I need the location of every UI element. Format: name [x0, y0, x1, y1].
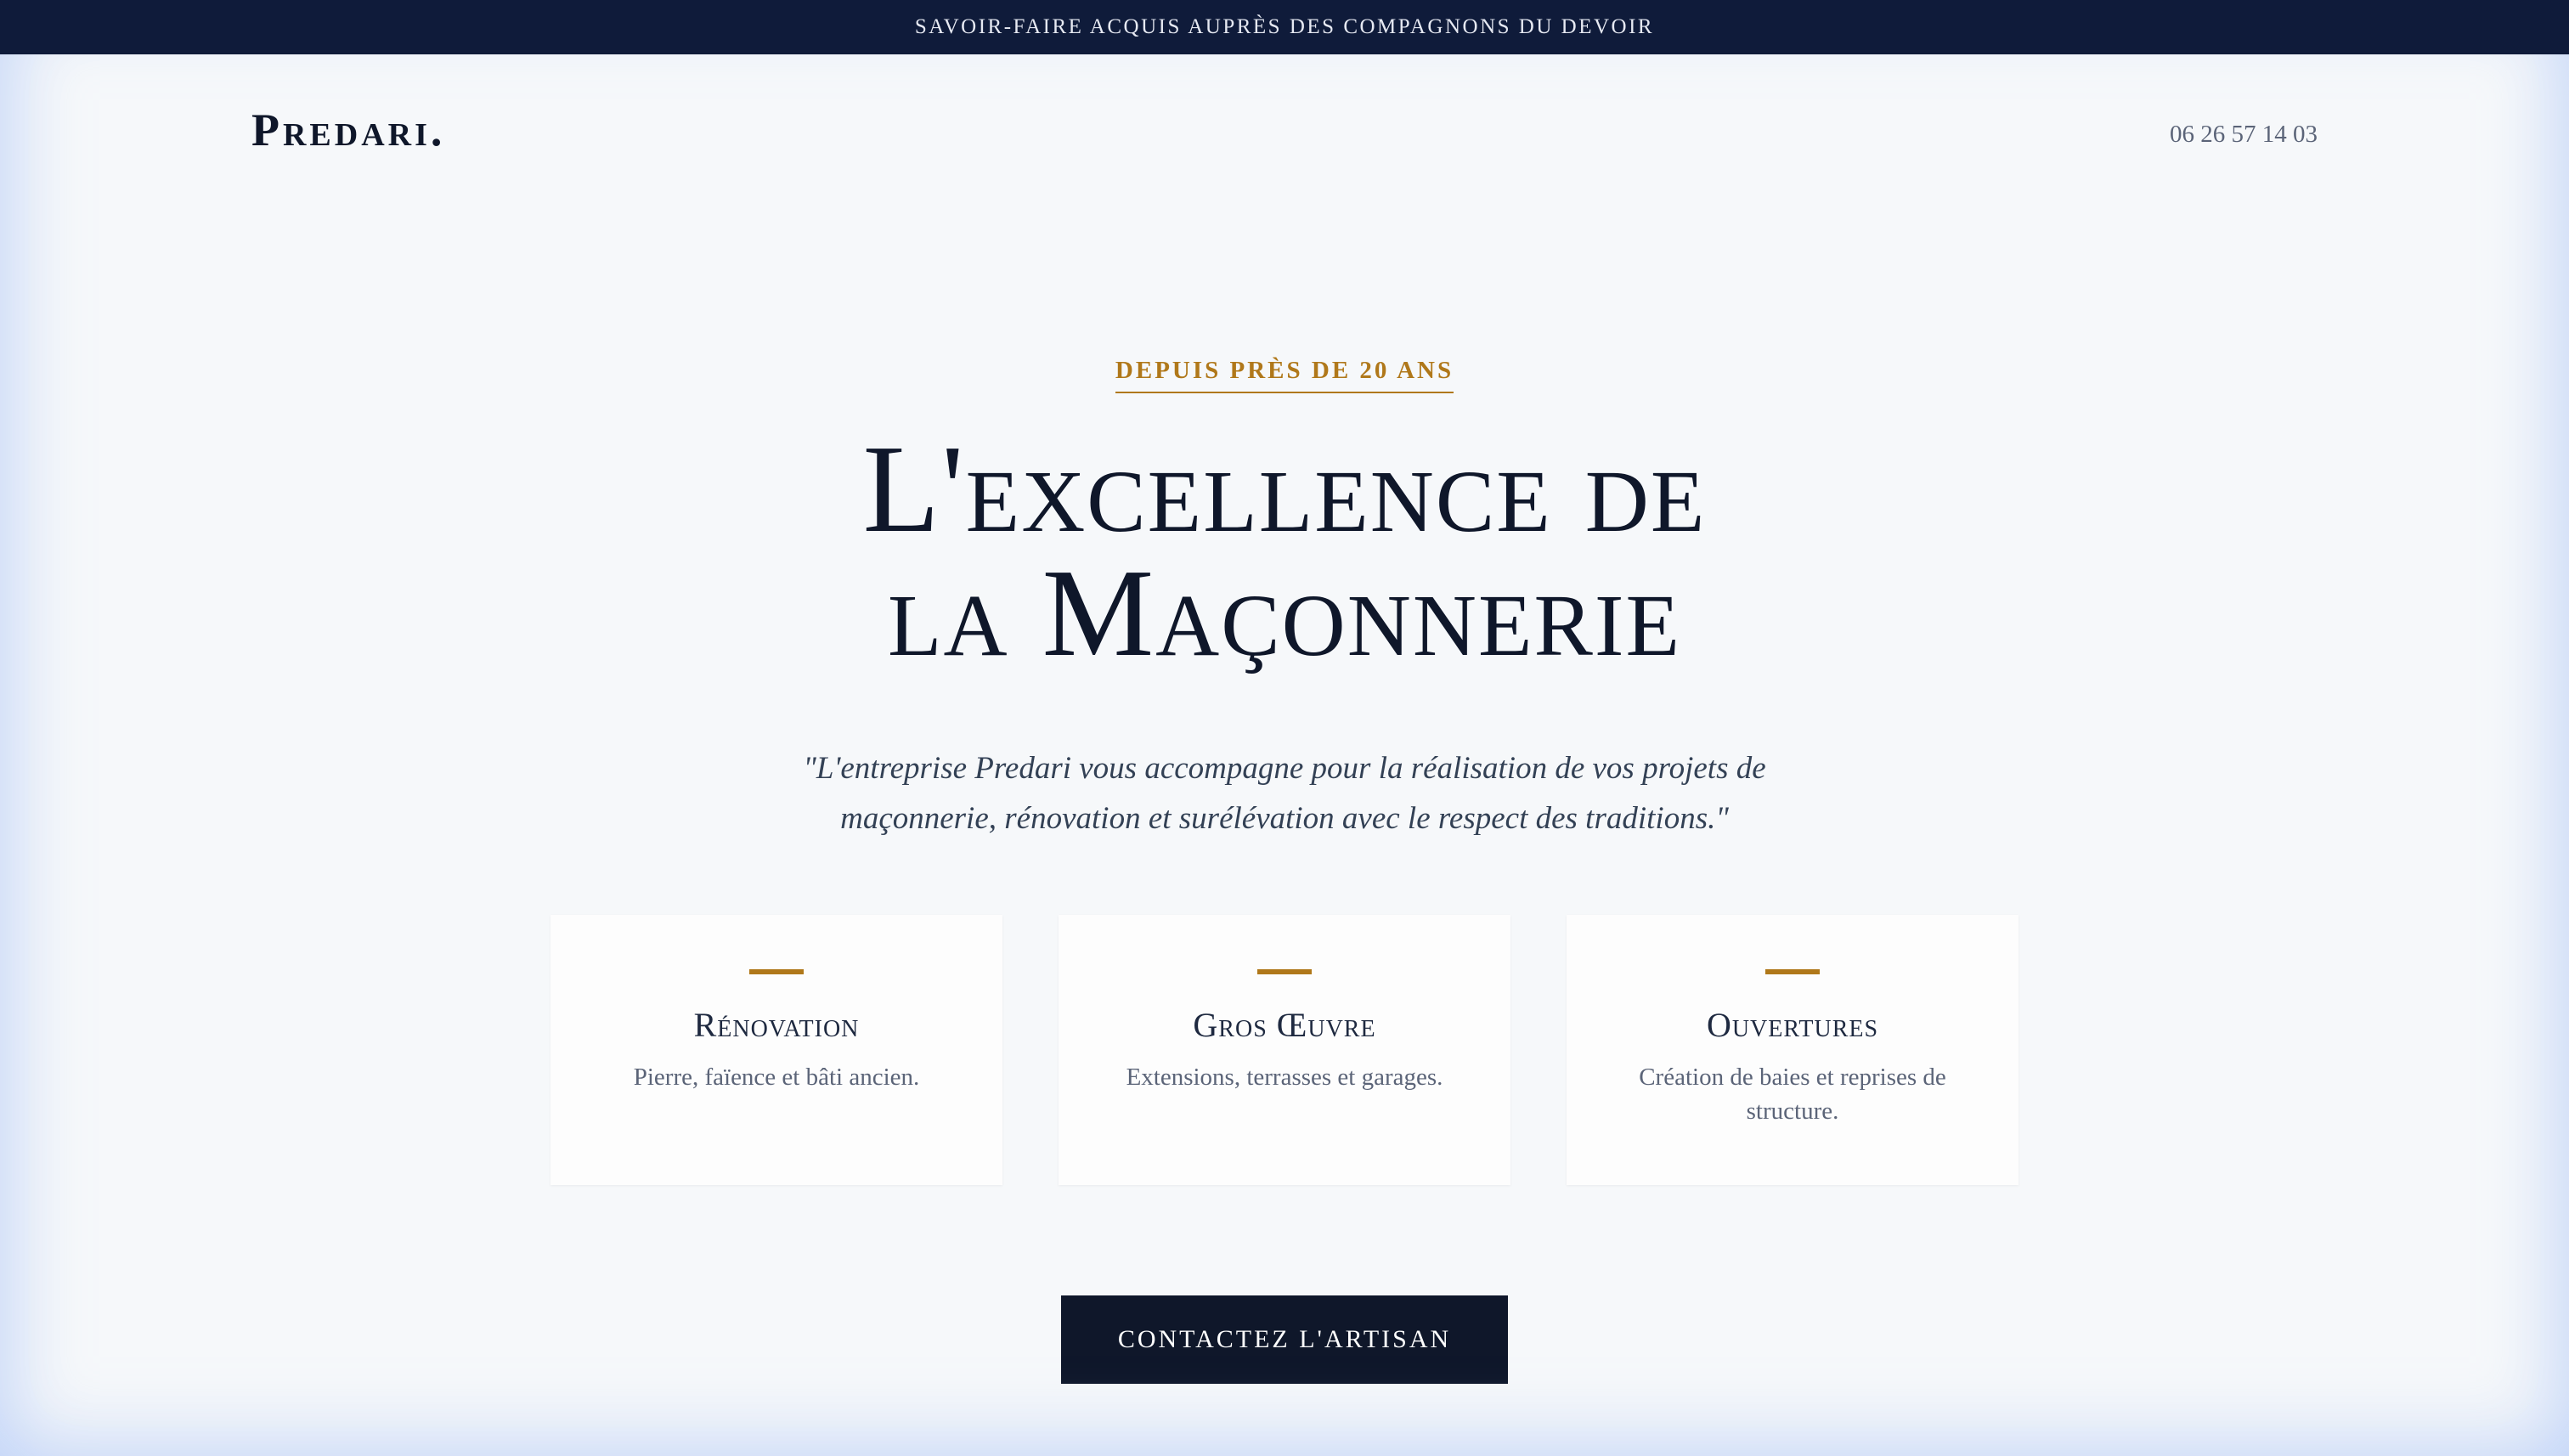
- announcement-text: SAVOIR-FAIRE ACQUIS AUPRÈS DES COMPAGNON…: [914, 15, 1655, 38]
- service-card-description: Extensions, terrasses et garages.: [1126, 1064, 1443, 1091]
- site-header: Predari. 06 26 57 14 03: [0, 54, 2569, 216]
- phone-link[interactable]: 06 26 57 14 03: [2170, 121, 2318, 149]
- hero-quote: "L'entreprise Predari vous accompagne po…: [803, 751, 1766, 836]
- hero-title: L'excellence de la Maçonnerie: [0, 420, 2569, 683]
- service-card-gros-oeuvre: Gros Œuvre Extensions, terrasses et gara…: [1059, 915, 1510, 1185]
- card-accent-bar: [1765, 969, 1820, 974]
- announcement-bar: SAVOIR-FAIRE ACQUIS AUPRÈS DES COMPAGNON…: [0, 0, 2569, 54]
- service-card-renovation: Rénovation Pierre, faïence et bâti ancie…: [550, 915, 1002, 1185]
- hero-section: DEPUIS PRÈS DE 20 ANS L'excellence de la…: [0, 357, 2569, 844]
- site-logo[interactable]: Predari.: [251, 107, 445, 153]
- card-accent-bar: [749, 969, 804, 974]
- service-card-title: Ouvertures: [1706, 1006, 1879, 1044]
- services-list: Rénovation Pierre, faïence et bâti ancie…: [0, 915, 2569, 1187]
- hero-eyebrow: DEPUIS PRÈS DE 20 ANS: [1115, 357, 1454, 393]
- hero-title-line-1: L'excellence de: [862, 420, 1707, 559]
- service-card-description: Pierre, faïence et bâti ancien.: [633, 1064, 920, 1091]
- service-card-title: Gros Œuvre: [1193, 1006, 1376, 1044]
- card-accent-bar: [1257, 969, 1312, 974]
- hero-title-line-2: la Maçonnerie: [887, 544, 1682, 683]
- service-card-description: Création de baies et reprises de structu…: [1639, 1064, 1946, 1125]
- service-card-title: Rénovation: [693, 1006, 860, 1044]
- contact-artisan-button[interactable]: CONTACTEZ L'ARTISAN: [1061, 1295, 1508, 1384]
- service-card-ouvertures: Ouvertures Création de baies et reprises…: [1567, 915, 2019, 1185]
